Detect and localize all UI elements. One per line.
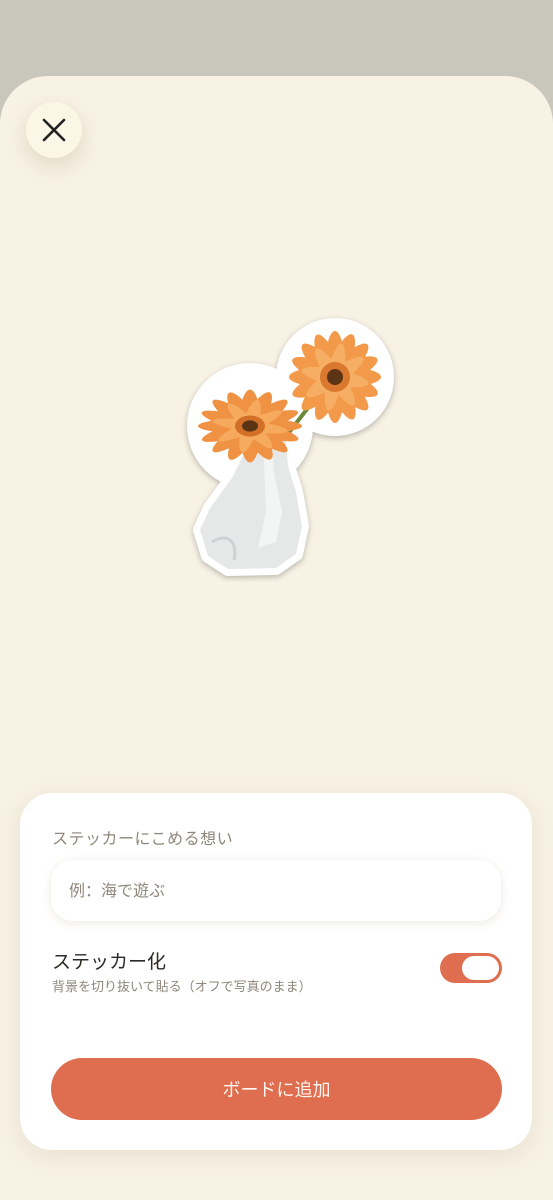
close-button[interactable] bbox=[26, 102, 82, 158]
sticker-toggle-label: ステッカー化 bbox=[52, 951, 167, 973]
memo-section-title: ステッカーにこめる想い bbox=[52, 829, 234, 848]
sticker-toggle[interactable] bbox=[440, 953, 502, 983]
close-icon bbox=[42, 118, 66, 142]
add-to-board-button[interactable]: ボードに追加 bbox=[51, 1058, 502, 1120]
sticker-toggle-description: 背景を切り抜いて貼る（オフで写真のまま） bbox=[52, 980, 312, 995]
sticker-preview-image bbox=[187, 318, 394, 576]
toggle-knob bbox=[462, 956, 499, 980]
memo-input[interactable] bbox=[51, 860, 501, 921]
sticker-settings-card: ステッカーにこめる想い ステッカー化 背景を切り抜いて貼る（オフで写真のまま） … bbox=[20, 793, 532, 1150]
bottom-sheet: ステッカーにこめる想い ステッカー化 背景を切り抜いて貼る（オフで写真のまま） … bbox=[0, 76, 553, 1200]
